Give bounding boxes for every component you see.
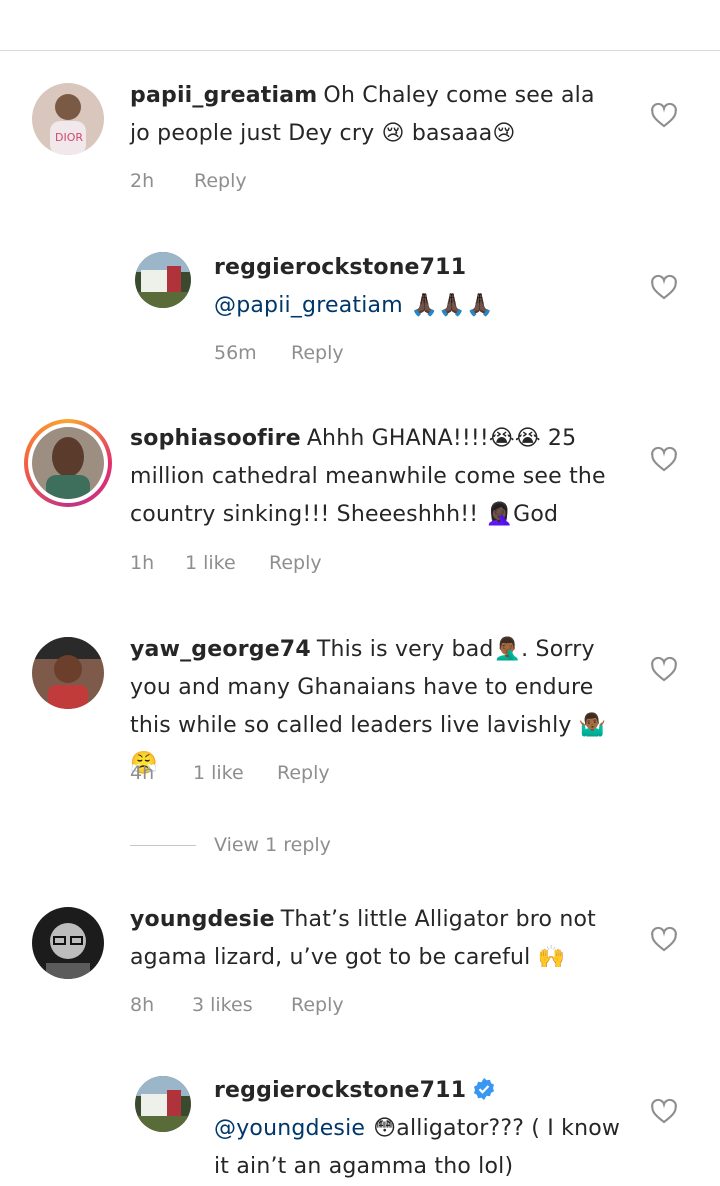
mention-link[interactable]: @papii_greatiam bbox=[214, 293, 403, 318]
username-link[interactable]: reggierockstone711 bbox=[214, 1078, 466, 1103]
like-heart-icon[interactable] bbox=[650, 446, 678, 472]
avatar[interactable] bbox=[135, 252, 191, 308]
avatar[interactable]: DIOR bbox=[32, 83, 104, 155]
verified-badge-icon bbox=[472, 1076, 496, 1100]
comment-meta: 1h 1 like Reply bbox=[130, 551, 322, 575]
like-heart-icon[interactable] bbox=[650, 926, 678, 952]
like-heart-icon[interactable] bbox=[650, 274, 678, 300]
top-divider bbox=[0, 50, 720, 51]
likes-count[interactable]: 1 like bbox=[193, 761, 277, 785]
username-link[interactable]: papii_greatiam bbox=[130, 83, 317, 108]
view-replies-button[interactable]: View 1 reply bbox=[130, 834, 331, 856]
comment-text: youngdesie That’s little Alligator bro no… bbox=[130, 901, 600, 977]
like-heart-icon[interactable] bbox=[650, 656, 678, 682]
avatar[interactable] bbox=[32, 427, 104, 499]
avatar[interactable] bbox=[135, 1076, 191, 1132]
reply-button[interactable]: Reply bbox=[291, 993, 344, 1017]
timestamp: 2h bbox=[130, 170, 155, 192]
comment-text: papii_greatiam Oh Chaley come see ala jo … bbox=[130, 77, 600, 153]
comment-text: reggierockstone711@youngdesie 😳alligator?… bbox=[214, 1072, 634, 1186]
timestamp: 8h bbox=[130, 994, 155, 1016]
likes-count[interactable]: 1 like bbox=[185, 551, 269, 575]
reply-button[interactable]: Reply bbox=[269, 551, 322, 575]
likes-count[interactable]: 3 likes bbox=[192, 993, 291, 1017]
reply-button[interactable]: Reply bbox=[194, 169, 247, 193]
timestamp: 1h bbox=[130, 552, 155, 574]
comment-meta: 4h 1 like Reply bbox=[130, 761, 330, 785]
timestamp: 4h bbox=[130, 762, 155, 784]
username-link[interactable]: sophiasoofire bbox=[130, 426, 301, 451]
comment-text: sophiasoofire Ahhh GHANA!!!!😭😭 25 million… bbox=[130, 420, 620, 534]
reply-button[interactable]: Reply bbox=[277, 761, 330, 785]
timestamp: 56m bbox=[214, 342, 257, 364]
view-replies-divider bbox=[130, 844, 196, 846]
like-heart-icon[interactable] bbox=[650, 102, 678, 128]
username-link[interactable]: reggierockstone711 bbox=[214, 249, 608, 287]
comment-meta: 8h 3 likes Reply bbox=[130, 993, 344, 1017]
comment-meta: 56m Reply bbox=[214, 341, 344, 365]
username-link[interactable]: yaw_george74 bbox=[130, 637, 311, 662]
comment-meta: 2h Reply bbox=[130, 169, 247, 193]
comment-body: 🙏🏿🙏🏿🙏🏿 bbox=[410, 293, 494, 318]
view-replies-label[interactable]: View 1 reply bbox=[214, 834, 331, 856]
avatar[interactable] bbox=[32, 637, 104, 709]
mention-link[interactable]: @youngdesie bbox=[214, 1116, 365, 1141]
reply-button[interactable]: Reply bbox=[291, 341, 344, 365]
like-heart-icon[interactable] bbox=[650, 1098, 678, 1124]
svg-text:DIOR: DIOR bbox=[55, 131, 83, 144]
comment-text: reggierockstone711 @papii_greatiam 🙏🏿🙏🏿🙏🏿 bbox=[214, 249, 614, 325]
username-link[interactable]: youngdesie bbox=[130, 907, 275, 932]
avatar[interactable] bbox=[32, 907, 104, 979]
